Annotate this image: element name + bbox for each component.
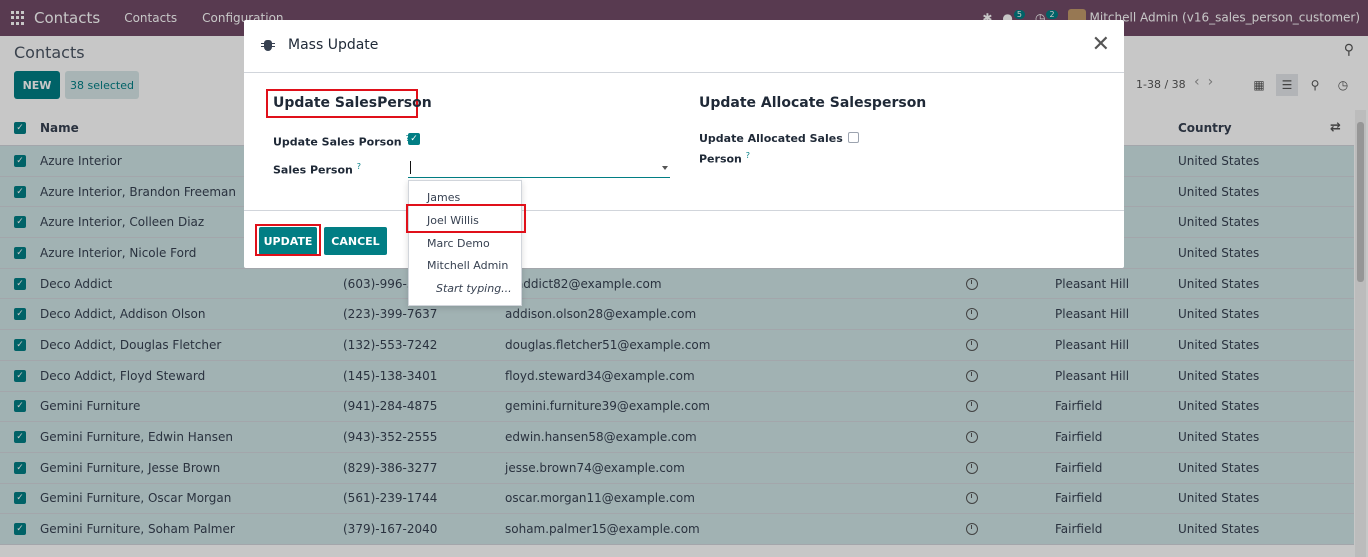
sales-person-autocomplete: James Joel Willis Marc Demo Mitchell Adm…: [408, 180, 522, 306]
highlight-box-joel-willis: [406, 204, 526, 233]
option-mitchell-admin[interactable]: Mitchell Admin: [427, 259, 508, 272]
section-title-update-salesperson: Update SalesPerson: [273, 95, 432, 111]
update-allocated-sales-person-checkbox[interactable]: [848, 132, 859, 143]
sales-person-input[interactable]: [408, 158, 670, 178]
close-icon[interactable]: ✕: [1092, 34, 1110, 56]
help-icon[interactable]: ?: [357, 162, 361, 171]
allocated-sales-person-label: Update Allocated Sales Person ?: [699, 130, 843, 168]
help-icon[interactable]: ?: [746, 151, 750, 160]
text-cursor: [410, 161, 411, 174]
dialog-title: Mass Update: [288, 37, 379, 53]
caret-down-icon[interactable]: [662, 166, 668, 170]
update-sales-person-label-text: Update Sales Porson: [273, 135, 402, 149]
update-sales-person-checkbox[interactable]: ✓: [408, 133, 420, 145]
highlight-box-update: [255, 224, 321, 256]
cancel-button[interactable]: CANCEL: [324, 227, 387, 255]
update-sales-person-label: Update Sales Porson ?: [273, 130, 410, 151]
allocated-label-line-2: Person: [699, 152, 742, 166]
option-james[interactable]: James: [427, 191, 460, 204]
dialog-header: Mass Update ✕: [244, 20, 1124, 73]
start-typing-hint[interactable]: Start typing...: [436, 282, 512, 295]
section-title-update-allocate-salesperson: Update Allocate Salesperson: [699, 95, 927, 111]
bug-icon: [261, 40, 275, 51]
sales-person-label: Sales Person ?: [273, 158, 361, 179]
allocated-label-line-1: Update Allocated Sales: [699, 132, 843, 145]
option-marc-demo[interactable]: Marc Demo: [427, 237, 490, 250]
dialog-footer: UPDATE CANCEL: [244, 210, 1124, 268]
sales-person-label-text: Sales Person: [273, 163, 353, 177]
